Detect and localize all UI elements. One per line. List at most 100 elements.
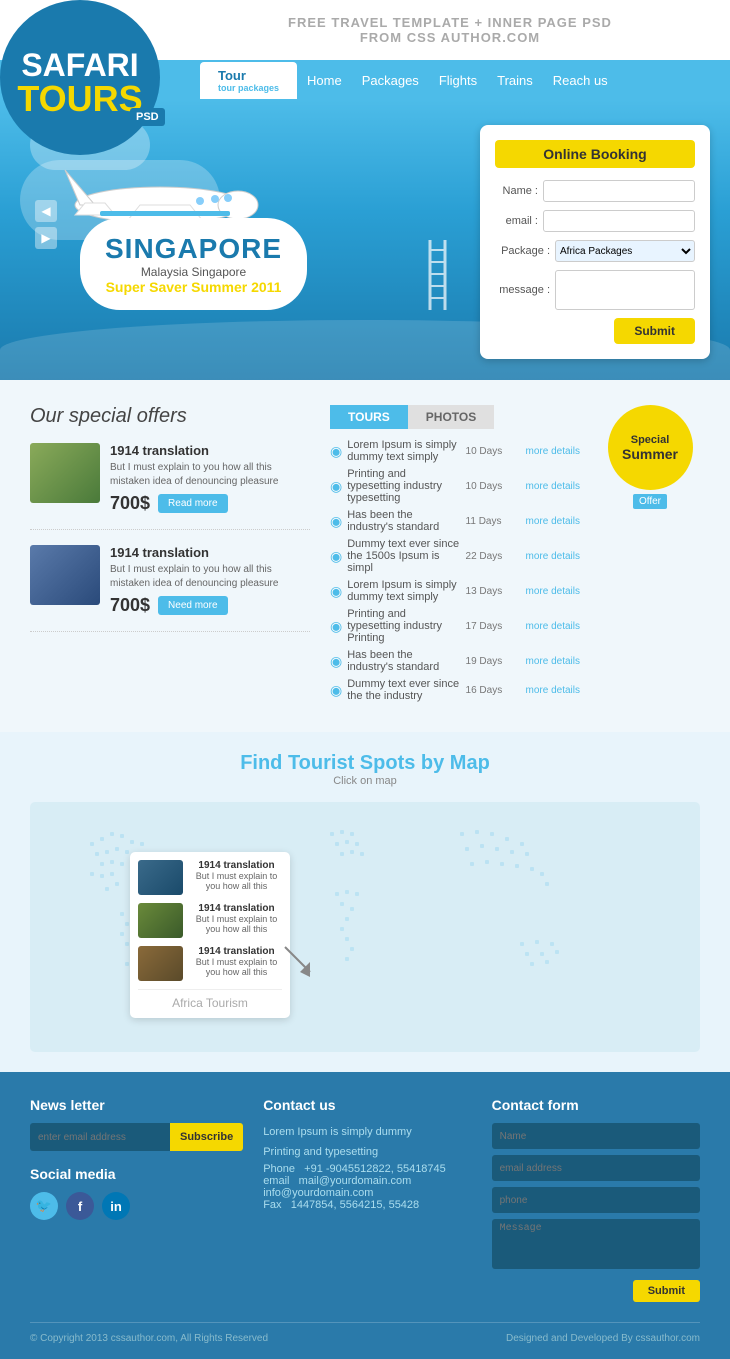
contact-name-input[interactable] — [492, 1123, 700, 1149]
tour-name: Dummy text ever since the the industry — [347, 678, 460, 702]
twitter-icon[interactable]: 🐦 — [30, 1192, 58, 1220]
nav-home[interactable]: Home — [307, 73, 342, 88]
name-label: Name : — [495, 185, 538, 197]
map-pointer — [275, 937, 325, 992]
contact-message-textarea[interactable] — [492, 1219, 700, 1269]
header-tagline2: FROM CSS AUTHOR.COM — [288, 30, 612, 45]
tour-name: Dummy text ever since the 1500s Ipsum is… — [347, 538, 460, 574]
tour-days: 11 Days — [466, 516, 521, 527]
tab-photos[interactable]: PHOTOS — [408, 405, 494, 429]
nav-packages[interactable]: Packages — [362, 73, 419, 88]
tour-more-link[interactable]: more details — [526, 656, 580, 667]
destination-sub1: Malaysia Singapore — [105, 265, 282, 279]
nav-flights[interactable]: Flights — [439, 73, 477, 88]
map-popup: 1914 translation But I must explain to y… — [130, 852, 290, 1018]
nav-trains[interactable]: Trains — [497, 73, 533, 88]
destination-cloud: SINGAPORE Malaysia Singapore Super Saver… — [80, 218, 307, 310]
phone-row: Phone +91 -9045512822, 55418745 — [263, 1163, 471, 1175]
package-row: Package : Africa Packages — [495, 240, 695, 262]
newsletter-title: News letter — [30, 1097, 243, 1113]
booking-submit-button[interactable]: Submit — [614, 318, 695, 344]
tour-name: Lorem Ipsum is simply dummy text simply — [347, 439, 460, 463]
name-input[interactable] — [543, 180, 695, 202]
newsletter-input[interactable] — [30, 1123, 170, 1151]
tour-days: 22 Days — [466, 551, 521, 562]
package-select[interactable]: Africa Packages — [555, 240, 695, 262]
message-textarea[interactable] — [555, 270, 695, 310]
tour-more-link[interactable]: more details — [526, 621, 580, 632]
email-label: email : — [495, 215, 538, 227]
logo-tours: TOURS — [17, 81, 142, 117]
tour-more-link[interactable]: more details — [526, 586, 580, 597]
booking-title: Online Booking — [495, 140, 695, 168]
badge-offer: Offer — [633, 494, 667, 509]
nav-tour-button[interactable]: Tour tour packages — [200, 62, 297, 99]
tour-more-link[interactable]: more details — [526, 685, 580, 696]
read-more-button[interactable]: Read more — [158, 494, 227, 513]
tour-more-link[interactable]: more details — [526, 516, 580, 527]
tour-bullet: ◉ — [330, 478, 342, 495]
tour-name: Has been the industry's standard — [347, 649, 460, 673]
map-section: Find Tourist Spots by Map Click on map — [0, 732, 730, 1072]
nav-links: Home Packages Flights Trains Reach us — [307, 73, 608, 88]
phone-label: Phone — [263, 1163, 295, 1175]
package-label: Package : — [495, 245, 550, 257]
email-input[interactable] — [543, 210, 695, 232]
offers-left: Our special offers 1914 translation But … — [30, 405, 310, 707]
offer-price: 700$ — [110, 595, 150, 616]
offer-title: 1914 translation — [110, 545, 310, 560]
destination-name: SINGAPORE — [105, 233, 282, 265]
phone-value: +91 -9045512822, 55418745 — [304, 1163, 446, 1175]
tour-bullet: ◉ — [330, 682, 342, 699]
tour-bullet: ◉ — [330, 653, 342, 670]
tour-days: 19 Days — [466, 656, 521, 667]
newsletter-section: News letter Subscribe Social media 🐦 f i… — [30, 1097, 243, 1302]
contact-phone-input[interactable] — [492, 1187, 700, 1213]
popup-image — [138, 860, 183, 895]
linkedin-icon[interactable]: in — [102, 1192, 130, 1220]
contact-submit-button[interactable]: Submit — [633, 1280, 700, 1302]
message-label: message : — [495, 284, 550, 296]
offer-content: 1914 translation But I must explain to y… — [110, 545, 310, 616]
fax-row: Fax 1447854, 5564215, 55428 — [263, 1199, 471, 1211]
tour-list-item: ◉ Printing and typesetting industry Prin… — [330, 608, 580, 644]
tour-more-link[interactable]: more details — [526, 481, 580, 492]
tour-list-item: ◉ Lorem Ipsum is simply dummy text simpl… — [330, 439, 580, 463]
social-icons: 🐦 f in — [30, 1192, 243, 1220]
tour-more-link[interactable]: more details — [526, 446, 580, 457]
nav-reach-us[interactable]: Reach us — [553, 73, 608, 88]
tab-tours[interactable]: TOURS — [330, 405, 408, 429]
offer-content: 1914 translation But I must explain to y… — [110, 443, 310, 514]
popup-item: 1914 translation But I must explain to y… — [138, 903, 282, 938]
contact-desc2: Printing and typesetting — [263, 1143, 471, 1163]
tour-list-item: ◉ Has been the industry's standard 11 Da… — [330, 509, 580, 533]
tour-name: Printing and typesetting industry Printi… — [347, 608, 460, 644]
tours-section: TOURS PHOTOS ◉ Lorem Ipsum is simply dum… — [330, 405, 580, 707]
tour-days: 10 Days — [466, 446, 521, 457]
tour-bullet: ◉ — [330, 513, 342, 530]
badge-summer: Summer — [622, 446, 678, 462]
footer: News letter Subscribe Social media 🐦 f i… — [0, 1072, 730, 1359]
map-container[interactable]: 1914 translation But I must explain to y… — [30, 802, 700, 1052]
logo-circle: SAFARI TOURS — [0, 0, 160, 155]
tour-bullet: ◉ — [330, 443, 342, 460]
offer-desc: But I must explain to you how all this m… — [110, 563, 310, 591]
email-value: mail@yourdomain.com — [299, 1175, 412, 1187]
footer-grid: News letter Subscribe Social media 🐦 f i… — [30, 1097, 700, 1302]
tour-list: ◉ Lorem Ipsum is simply dummy text simpl… — [330, 439, 580, 702]
copyright: © Copyright 2013 cssauthor.com, All Righ… — [30, 1333, 268, 1344]
contact-section: Contact us Lorem Ipsum is simply dummy P… — [263, 1097, 471, 1302]
footer-bottom: © Copyright 2013 cssauthor.com, All Righ… — [30, 1322, 700, 1344]
tour-more-link[interactable]: more details — [526, 551, 580, 562]
message-row: message : — [495, 270, 695, 310]
designed-by: Designed and Developed By cssauthor.com — [506, 1333, 700, 1344]
tour-name: Has been the industry's standard — [347, 509, 460, 533]
popup-image — [138, 946, 183, 981]
popup-title: 1914 translation — [191, 860, 282, 871]
contact-title: Contact us — [263, 1097, 471, 1113]
facebook-icon[interactable]: f — [66, 1192, 94, 1220]
subscribe-button[interactable]: Subscribe — [170, 1123, 243, 1151]
tour-list-item: ◉ Has been the industry's standard 19 Da… — [330, 649, 580, 673]
contact-email-input[interactable] — [492, 1155, 700, 1181]
need-more-button[interactable]: Need more — [158, 596, 227, 615]
